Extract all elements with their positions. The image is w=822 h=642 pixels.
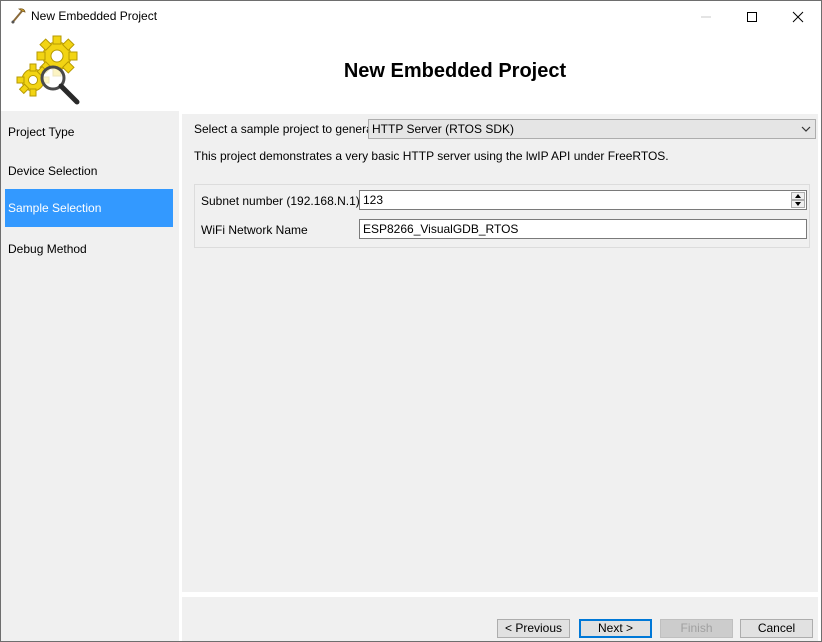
spin-buttons xyxy=(791,192,805,208)
close-button[interactable] xyxy=(775,1,821,32)
wizard-sidebar: Project Type Device Selection Sample Sel… xyxy=(1,111,179,641)
wizard-window: New Embedded Project New Embedded Projec… xyxy=(0,0,822,642)
wizard-footer: < Previous Next > Finish Cancel xyxy=(182,597,818,641)
chevron-down-icon xyxy=(801,126,811,132)
arrow-down-icon xyxy=(795,202,801,206)
sidebar-item-device-selection[interactable]: Device Selection xyxy=(5,152,173,190)
maximize-icon xyxy=(747,12,757,22)
minimize-button[interactable] xyxy=(683,1,729,32)
title-bar: New Embedded Project xyxy=(1,1,821,32)
previous-button[interactable]: < Previous xyxy=(497,619,570,638)
cancel-button[interactable]: Cancel xyxy=(740,619,813,638)
sample-selection-page: Select a sample project to generate: HTT… xyxy=(182,114,818,592)
sample-parameters: Subnet number (192.168.N.1) WiFi Network… xyxy=(194,184,810,248)
wifi-network-name-field[interactable] xyxy=(359,219,807,239)
sidebar-item-project-type[interactable]: Project Type xyxy=(5,113,173,151)
sample-description: This project demonstrates a very basic H… xyxy=(194,149,669,163)
sample-project-value: HTTP Server (RTOS SDK) xyxy=(372,122,515,136)
sidebar-item-sample-selection[interactable]: Sample Selection xyxy=(5,189,173,227)
next-button[interactable]: Next > xyxy=(579,619,652,638)
arrow-up-icon xyxy=(795,194,801,198)
wifi-network-name-label: WiFi Network Name xyxy=(201,223,308,237)
visualgdb-icon xyxy=(11,8,26,24)
main-panel: Select a sample project to generate: HTT… xyxy=(179,111,821,641)
window-title: New Embedded Project xyxy=(31,9,158,23)
subnet-number-label: Subnet number (192.168.N.1) xyxy=(201,194,360,208)
subnet-number-stepper[interactable] xyxy=(359,190,807,210)
subnet-number-input[interactable] xyxy=(363,193,763,207)
maximize-button[interactable] xyxy=(729,1,775,32)
page-title: New Embedded Project xyxy=(343,60,567,82)
minimize-icon xyxy=(701,16,711,18)
spin-up-button[interactable] xyxy=(791,192,805,200)
close-icon xyxy=(792,11,804,23)
wizard-header: New Embedded Project xyxy=(1,32,821,111)
spin-down-button[interactable] xyxy=(791,200,805,208)
sample-project-dropdown[interactable]: HTTP Server (RTOS SDK) xyxy=(368,119,816,139)
finish-button: Finish xyxy=(660,619,733,638)
sidebar-item-debug-method[interactable]: Debug Method xyxy=(5,230,173,268)
wifi-network-name-input[interactable] xyxy=(363,222,763,236)
sample-select-label: Select a sample project to generate: xyxy=(194,122,387,136)
